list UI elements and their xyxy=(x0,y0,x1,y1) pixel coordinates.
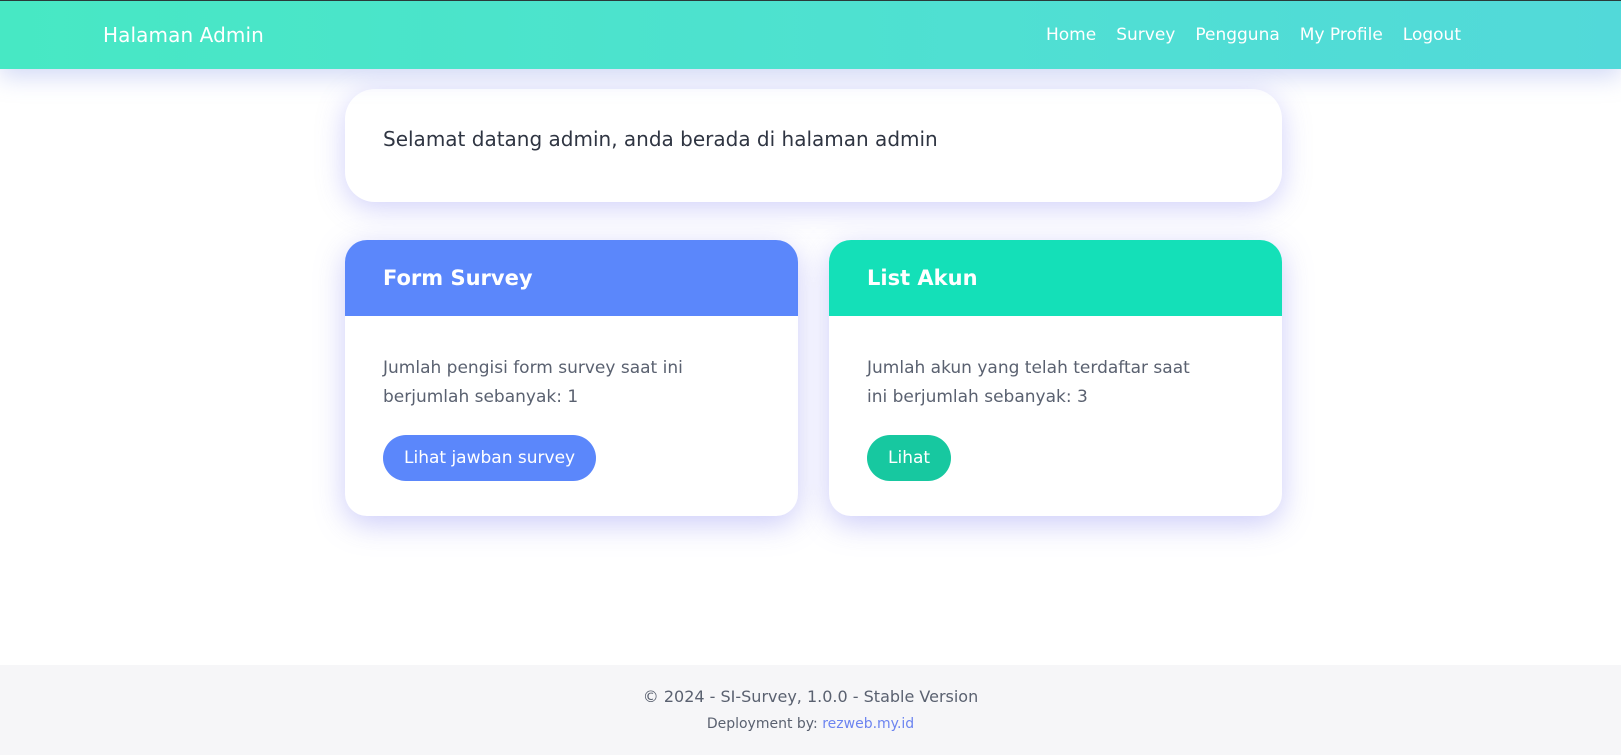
nav-link-pengguna[interactable]: Pengguna xyxy=(1195,25,1279,45)
nav-link-home[interactable]: Home xyxy=(1046,25,1096,45)
accounts-card-title: List Akun xyxy=(867,266,978,290)
footer-copyright: © 2024 - SI-Survey, 1.0.0 - Stable Versi… xyxy=(642,687,979,706)
accounts-card-header: List Akun xyxy=(829,240,1282,316)
nav-links: Home Survey Pengguna My Profile Logout xyxy=(1046,25,1461,45)
survey-count-text: Jumlah pengisi form survey saat ini berj… xyxy=(383,358,683,407)
accounts-card: List Akun Jumlah akun yang telah terdaft… xyxy=(829,240,1282,516)
footer-deploy-link[interactable]: rezweb.my.id xyxy=(822,716,914,732)
survey-card-header: Form Survey xyxy=(345,240,798,316)
survey-card-body: Jumlah pengisi form survey saat ini berj… xyxy=(345,316,798,481)
accounts-count-text: Jumlah akun yang telah terdaftar saat in… xyxy=(867,358,1190,407)
view-accounts-button[interactable]: Lihat xyxy=(867,435,952,481)
welcome-card: Selamat datang admin, anda berada di hal… xyxy=(345,89,1282,202)
survey-card: Form Survey Jumlah pengisi form survey s… xyxy=(345,240,798,516)
survey-card-title: Form Survey xyxy=(383,266,533,290)
nav-link-my-profile[interactable]: My Profile xyxy=(1300,25,1383,45)
footer-deploy-label: Deployment by: xyxy=(706,716,823,732)
brand-title[interactable]: Halaman Admin xyxy=(103,23,264,47)
nav-link-logout[interactable]: Logout xyxy=(1403,25,1461,45)
view-survey-answers-button[interactable]: Lihat jawban survey xyxy=(383,435,597,481)
footer: © 2024 - SI-Survey, 1.0.0 - Stable Versi… xyxy=(0,665,1621,755)
accounts-card-body: Jumlah akun yang telah terdaftar saat in… xyxy=(829,316,1282,481)
welcome-text: Selamat datang admin, anda berada di hal… xyxy=(383,127,938,151)
navbar: Halaman Admin Home Survey Pengguna My Pr… xyxy=(0,0,1621,69)
nav-link-survey[interactable]: Survey xyxy=(1116,25,1175,45)
footer-deployment: Deployment by: rezweb.my.id xyxy=(0,716,1621,732)
